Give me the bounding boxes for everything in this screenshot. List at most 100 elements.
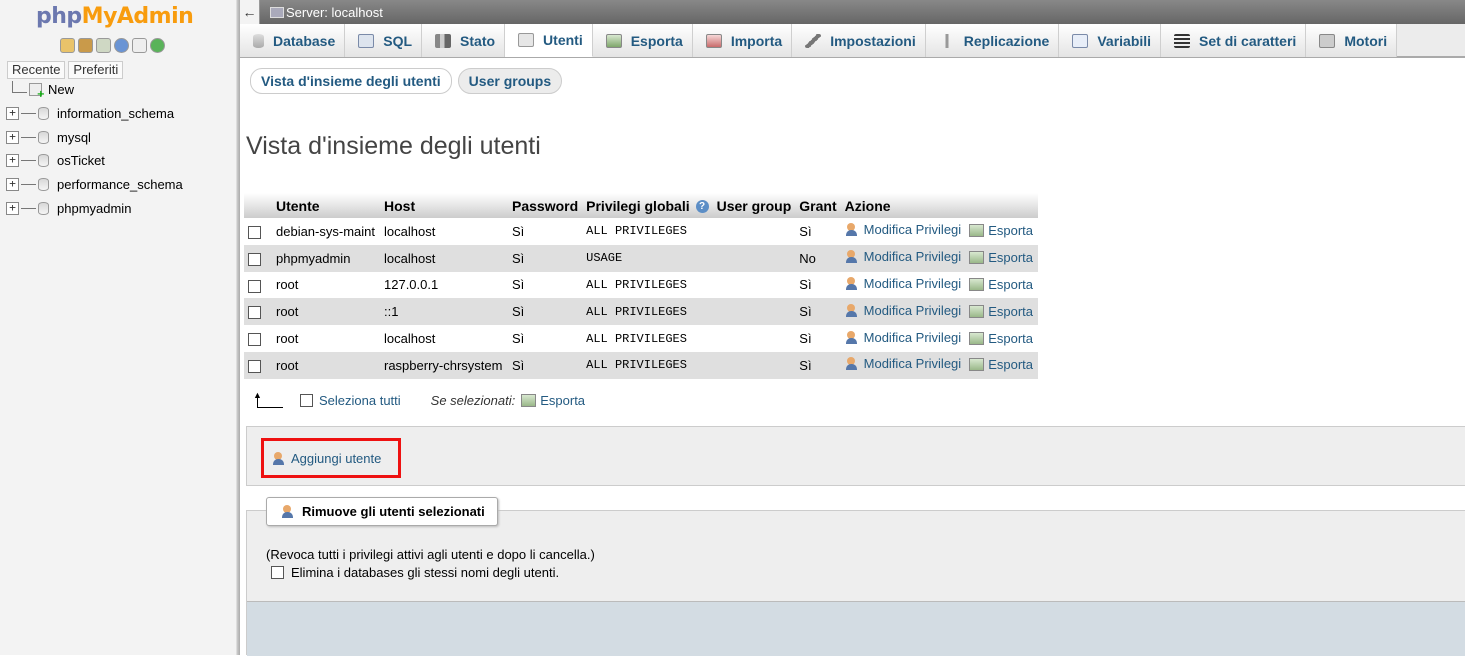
tree-item-database[interactable]: + osTicket (6, 149, 236, 173)
export-selected-link[interactable]: Esporta (521, 393, 585, 408)
expand-icon[interactable]: + (6, 130, 19, 144)
tab-engines[interactable]: Motori (1306, 24, 1398, 57)
replication-icon (938, 33, 955, 48)
export-link[interactable]: Esporta (961, 250, 1033, 265)
exit-icon[interactable] (78, 38, 93, 53)
row-checkbox[interactable] (248, 359, 261, 373)
phpmyadmin-logo[interactable]: phpMyAdmin (36, 4, 194, 29)
add-user-icon (272, 451, 287, 466)
favorites-tab[interactable]: Preferiti (68, 61, 124, 79)
help-icon[interactable]: ? (695, 200, 709, 214)
server-breadcrumb[interactable]: Server: localhost (286, 5, 383, 20)
export-icon (969, 224, 985, 238)
database-icon (38, 154, 49, 168)
recent-tab[interactable]: Recente (7, 61, 66, 79)
add-user-link[interactable]: Aggiungi utente (261, 438, 401, 478)
sql-icon (358, 33, 375, 48)
export-link[interactable]: Esporta (961, 331, 1033, 346)
tab-sql[interactable]: SQL (345, 24, 423, 57)
tab-replication[interactable]: Replicazione (925, 24, 1060, 57)
row-checkbox[interactable] (248, 225, 261, 239)
export-icon (969, 251, 985, 265)
edit-privileges-link[interactable]: Modifica Privilegi (845, 276, 961, 291)
edit-privileges-link[interactable]: Modifica Privilegi (845, 356, 961, 371)
charset-icon (1174, 33, 1191, 48)
edit-user-icon (845, 356, 860, 371)
table-row: root ::1 Sì ALL PRIVILEGES Sì Modifica P… (244, 298, 1038, 326)
reload-icon[interactable] (150, 38, 165, 53)
edit-privileges-link[interactable]: Modifica Privilegi (845, 303, 961, 318)
col-user[interactable]: Utente (272, 193, 380, 218)
tab-export[interactable]: Esporta (592, 24, 693, 57)
add-user-fieldset: Aggiungi utente (246, 426, 1465, 486)
database-icon (38, 201, 49, 215)
edit-privileges-link[interactable]: Modifica Privilegi (845, 249, 961, 264)
database-icon (38, 178, 49, 192)
row-checkbox[interactable] (248, 252, 261, 266)
tree-item-database[interactable]: + phpmyadmin (6, 196, 236, 220)
subtab-user-groups[interactable]: User groups (457, 68, 563, 94)
with-selected-bar: ▲ Seleziona tutti Se selezionati: Esport… (253, 390, 585, 408)
table-row: debian-sys-maint localhost Sì ALL PRIVIL… (244, 218, 1038, 245)
export-link[interactable]: Esporta (961, 277, 1033, 292)
select-all-checkbox[interactable] (300, 393, 313, 407)
users-icon (518, 33, 535, 47)
drop-databases-option[interactable]: Elimina i databases gli stessi nomi degl… (271, 565, 559, 580)
top-menu: Database SQL Stato Utenti Esporta Import… (240, 24, 1465, 58)
table-row: root 127.0.0.1 Sì ALL PRIVILEGES Sì Modi… (244, 271, 1038, 299)
expand-icon[interactable]: + (6, 154, 19, 168)
table-row: root localhost Sì ALL PRIVILEGES Sì Modi… (244, 325, 1038, 352)
export-link[interactable]: Esporta (961, 357, 1033, 372)
col-global-privileges: Privilegi globali? (582, 193, 713, 218)
tab-database[interactable]: Database (240, 24, 346, 57)
server-breadcrumb-bar: ← Server: localhost (240, 0, 1465, 24)
remove-description: (Revoca tutti i privilegi attivi agli ut… (266, 547, 595, 562)
tree-item-database[interactable]: + mysql (6, 125, 236, 149)
sql-query-icon[interactable] (96, 38, 111, 53)
col-host[interactable]: Host (380, 193, 508, 218)
subtab-users-overview[interactable]: Vista d'insieme degli utenti (250, 68, 452, 94)
arrow-ltr-icon: ▲ (253, 390, 284, 408)
main-content: ← Server: localhost Database SQL Stato U… (240, 0, 1465, 656)
tree-item-database[interactable]: + performance_schema (6, 173, 236, 197)
tab-settings[interactable]: Impostazioni (792, 24, 926, 57)
quick-icons (60, 38, 165, 53)
docs-icon[interactable] (114, 38, 129, 53)
expand-icon[interactable]: + (6, 178, 19, 192)
export-link[interactable]: Esporta (961, 223, 1033, 238)
home-icon[interactable] (60, 38, 75, 53)
tree-item-new[interactable]: New (6, 78, 236, 102)
copy-icon[interactable] (132, 38, 147, 53)
page-title: Vista d'insieme degli utenti (246, 132, 541, 160)
tab-users[interactable]: Utenti (505, 24, 593, 57)
table-header-row: Utente Host Password Privilegi globali? … (244, 193, 1038, 218)
expand-icon[interactable]: + (6, 107, 19, 121)
select-all-label[interactable]: Seleziona tutti (319, 393, 401, 408)
export-icon (969, 358, 985, 372)
tab-variables[interactable]: Variabili (1059, 24, 1162, 57)
table-row: root raspberry-chrsystem Sì ALL PRIVILEG… (244, 351, 1038, 379)
database-icon (38, 107, 49, 121)
row-checkbox[interactable] (248, 306, 261, 320)
row-checkbox[interactable] (248, 333, 261, 347)
export-link[interactable]: Esporta (961, 304, 1033, 319)
tab-status[interactable]: Stato (422, 24, 506, 57)
edit-privileges-link[interactable]: Modifica Privilegi (845, 330, 961, 345)
export-icon (969, 331, 985, 345)
col-user-group: User group (712, 193, 796, 218)
expand-icon[interactable]: + (6, 201, 19, 215)
tab-charsets[interactable]: Set di caratteri (1161, 24, 1307, 57)
remove-users-fieldset: Rimuove gli utenti selezionati (Revoca t… (246, 497, 1465, 656)
drop-databases-checkbox[interactable] (271, 566, 284, 579)
status-icon (435, 33, 452, 48)
variables-icon (1072, 33, 1089, 48)
edit-privileges-link[interactable]: Modifica Privilegi (845, 222, 961, 237)
row-checkbox[interactable] (248, 279, 261, 293)
edit-user-icon (845, 303, 860, 318)
col-password: Password (508, 193, 583, 218)
edit-user-icon (845, 249, 860, 264)
collapse-nav-button[interactable]: ← (240, 0, 260, 24)
tree-item-database[interactable]: + information_schema (6, 102, 236, 126)
col-grant: Grant (795, 193, 841, 218)
tab-import[interactable]: Importa (692, 24, 793, 57)
